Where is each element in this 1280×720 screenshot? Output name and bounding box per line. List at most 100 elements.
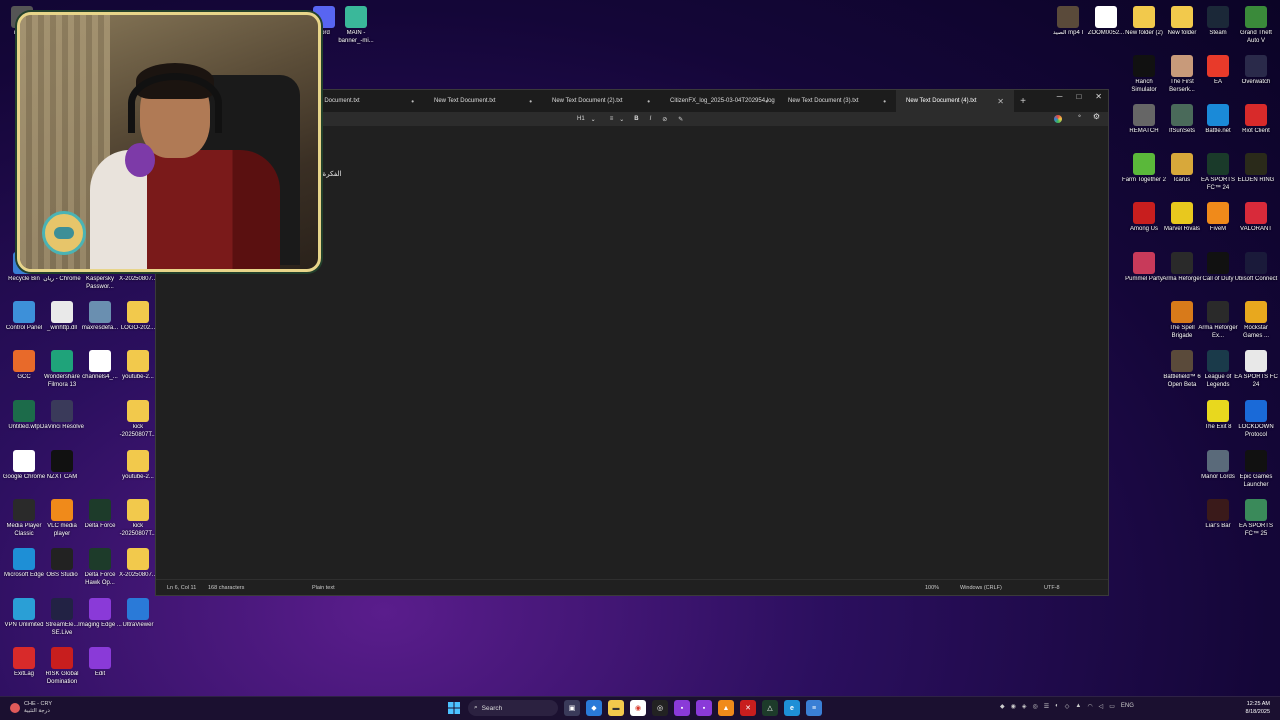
notepad-tab[interactable]: New Text Document (3).txt • xyxy=(778,90,896,112)
wifi-icon[interactable]: ◠ xyxy=(1087,703,1092,710)
desktop-icon[interactable]: GCC xyxy=(4,350,44,382)
desktop-icon[interactable]: VALORANT xyxy=(1236,202,1276,234)
obs-taskbar-icon[interactable]: ◎ xyxy=(652,700,668,716)
desktop-icon[interactable]: kick -20250807T... xyxy=(118,400,158,439)
desktop-icon[interactable]: EA SPORTS FC™ 25 xyxy=(1236,499,1276,538)
desktop-icon[interactable]: Call of Duty xyxy=(1198,252,1238,284)
tray-app-icon[interactable]: ◐ xyxy=(1055,703,1059,710)
desktop-icon[interactable]: youtube-2... xyxy=(118,450,158,482)
text-format[interactable]: Plain text xyxy=(312,585,335,591)
desktop-icon[interactable]: _winhttp.dll xyxy=(42,301,82,333)
unsaved-dot-icon[interactable]: • xyxy=(883,97,886,106)
notepad-tab[interactable]: ...t Document.txt • xyxy=(306,90,424,112)
desktop-icon[interactable]: maxresdefa... xyxy=(80,301,120,333)
unsaved-dot-icon[interactable]: • xyxy=(765,97,768,106)
desktop-icon[interactable]: Untitled.wfp xyxy=(4,400,44,432)
link-button[interactable]: ⊘ xyxy=(662,116,667,123)
file-explorer-icon[interactable]: ▬ xyxy=(608,700,624,716)
desktop-icon[interactable]: Epic Games Launcher xyxy=(1236,450,1276,489)
desktop-icon[interactable]: Liar's Bar xyxy=(1198,499,1238,531)
account-icon[interactable]: ⚬ xyxy=(1077,113,1082,120)
desktop-icon[interactable]: ELDEN RING xyxy=(1236,153,1276,185)
desktop-icon[interactable]: Overwatch xyxy=(1236,55,1276,87)
minimize-button[interactable]: ─ xyxy=(1057,92,1063,101)
desktop-icon[interactable]: ExitLag xyxy=(4,647,44,679)
desktop-icon[interactable]: RISK Global Domination xyxy=(42,647,82,686)
desktop-icon[interactable]: Arma Reforger Ex... xyxy=(1198,301,1238,340)
desktop-icon[interactable]: League of Legends xyxy=(1198,350,1238,389)
desktop-icon[interactable]: EA SPORTS FC 24 xyxy=(1234,350,1278,389)
desktop-icon[interactable]: UltraViewer xyxy=(118,598,158,630)
encoding[interactable]: UTF-8 xyxy=(1044,585,1060,591)
desktop-icon[interactable]: Edit xyxy=(80,647,120,679)
close-button[interactable]: ✕ xyxy=(1095,92,1102,101)
iedt-taskbar-icon[interactable]: ▪ xyxy=(674,700,690,716)
desktop-icon[interactable]: Wondershare Filmora 13 xyxy=(42,350,82,389)
desktop-icon[interactable]: Ubisoft Connect xyxy=(1235,252,1277,284)
desktop-icon[interactable]: Steam xyxy=(1198,6,1238,38)
desktop-icon[interactable]: Battle.net xyxy=(1198,104,1238,136)
desktop-icon[interactable]: REMATCH xyxy=(1124,104,1164,136)
language-indicator[interactable]: ENG xyxy=(1121,703,1134,710)
desktop-icon[interactable]: kick -20250807T... xyxy=(118,499,158,538)
desktop-icon[interactable]: Delta Force xyxy=(80,499,120,531)
desktop-icon[interactable]: Imaging Edge ... xyxy=(78,598,122,630)
desktop-icon[interactable]: MAIN - banner_-mi... xyxy=(336,6,376,45)
clear-formatting-button[interactable]: ✎ xyxy=(678,116,683,123)
desktop-icon[interactable]: DaVinci Resolve xyxy=(40,400,84,432)
bold-button[interactable]: B xyxy=(634,116,638,122)
desktop-icon[interactable]: Farm Together 2 xyxy=(1122,153,1166,185)
desktop-icon[interactable]: الصيد mp4 ا xyxy=(1048,6,1088,38)
desktop-icon[interactable]: Google Chrome xyxy=(3,450,45,482)
volume-icon[interactable]: ◁ xyxy=(1099,703,1104,710)
desktop-icon[interactable]: LOGO-202... xyxy=(118,301,158,333)
copilot-icon[interactable] xyxy=(1054,115,1062,123)
desktop-icon[interactable]: Microsoft Edge xyxy=(4,548,44,580)
unsaved-dot-icon[interactable]: • xyxy=(529,97,532,106)
desktop-icon[interactable]: OBS Studio xyxy=(42,548,82,580)
notepad-tab[interactable]: New Text Document.txt • xyxy=(424,90,542,112)
list-dropdown[interactable]: ≡ xyxy=(610,116,614,122)
desktop-icon[interactable]: VPN Unlimited xyxy=(4,598,44,630)
clock[interactable]: 12:25 AM 8/18/2025 xyxy=(1246,701,1270,716)
desktop-icon[interactable]: Riot Client xyxy=(1236,104,1276,136)
desktop-icon[interactable]: Ranch Simulator xyxy=(1124,55,1164,94)
desktop-icon[interactable]: The First Berserk... xyxy=(1162,55,1202,94)
gear-icon[interactable]: ⚙ xyxy=(1093,112,1100,121)
desktop-icon[interactable]: Media Player Classic xyxy=(4,499,44,538)
desktop-icon[interactable]: The Exit 8 xyxy=(1198,400,1238,432)
maximize-button[interactable]: □ xyxy=(1076,92,1081,101)
tray-app-icon[interactable]: ◈ xyxy=(1022,703,1027,710)
desktop-icon[interactable]: EA xyxy=(1198,55,1238,87)
notepad-tab[interactable]: New Text Document (4).txt ✕ xyxy=(896,90,1014,112)
tray-app-icon[interactable]: ☰ xyxy=(1044,703,1049,710)
desktop-icon[interactable]: channels4_... xyxy=(80,350,120,382)
chrome-taskbar-icon[interactable]: ◉ xyxy=(630,700,646,716)
edge-taskbar-icon[interactable]: e xyxy=(784,700,800,716)
desktop-icon[interactable]: Pummel Party xyxy=(1124,252,1164,284)
desktop-icon[interactable]: VLC media player xyxy=(42,499,82,538)
unsaved-dot-icon[interactable]: • xyxy=(647,97,650,106)
tray-app-icon[interactable]: ◆ xyxy=(1000,703,1005,710)
delta-force-taskbar-icon[interactable]: △ xyxy=(762,700,778,716)
battery-icon[interactable]: ▭ xyxy=(1109,703,1115,710)
desktop-icon[interactable]: X-20250807... xyxy=(118,548,158,580)
line-ending[interactable]: Windows (CRLF) xyxy=(960,585,1002,591)
desktop-icon[interactable]: StreamEle... SE.Live xyxy=(42,598,82,637)
tray-app-icon[interactable]: ◉ xyxy=(1011,703,1016,710)
copilot-taskbar-icon[interactable]: ◆ xyxy=(586,700,602,716)
desktop-icon[interactable]: FiveM xyxy=(1198,202,1238,234)
desktop-icon[interactable]: Rockstar Games ... xyxy=(1236,301,1276,340)
tray-app-icon[interactable]: ◇ xyxy=(1065,703,1070,710)
task-view-button[interactable]: ▣ xyxy=(564,700,580,716)
notepad-tab[interactable]: New Text Document (2).txt • xyxy=(542,90,660,112)
tray-app-icon[interactable]: ▲ xyxy=(1075,703,1081,710)
desktop-icon[interactable]: Control Panel xyxy=(4,301,44,333)
desktop-icon[interactable]: Manor Lords xyxy=(1198,450,1238,482)
desktop-icon[interactable]: New folder (2) xyxy=(1124,6,1164,38)
vlc-taskbar-icon[interactable]: ▲ xyxy=(718,700,734,716)
close-tab-icon[interactable]: ✕ xyxy=(997,97,1004,106)
exitlag-taskbar-icon[interactable]: ✕ xyxy=(740,700,756,716)
iedt-taskbar-icon-2[interactable]: ▪ xyxy=(696,700,712,716)
unsaved-dot-icon[interactable]: • xyxy=(411,97,414,106)
